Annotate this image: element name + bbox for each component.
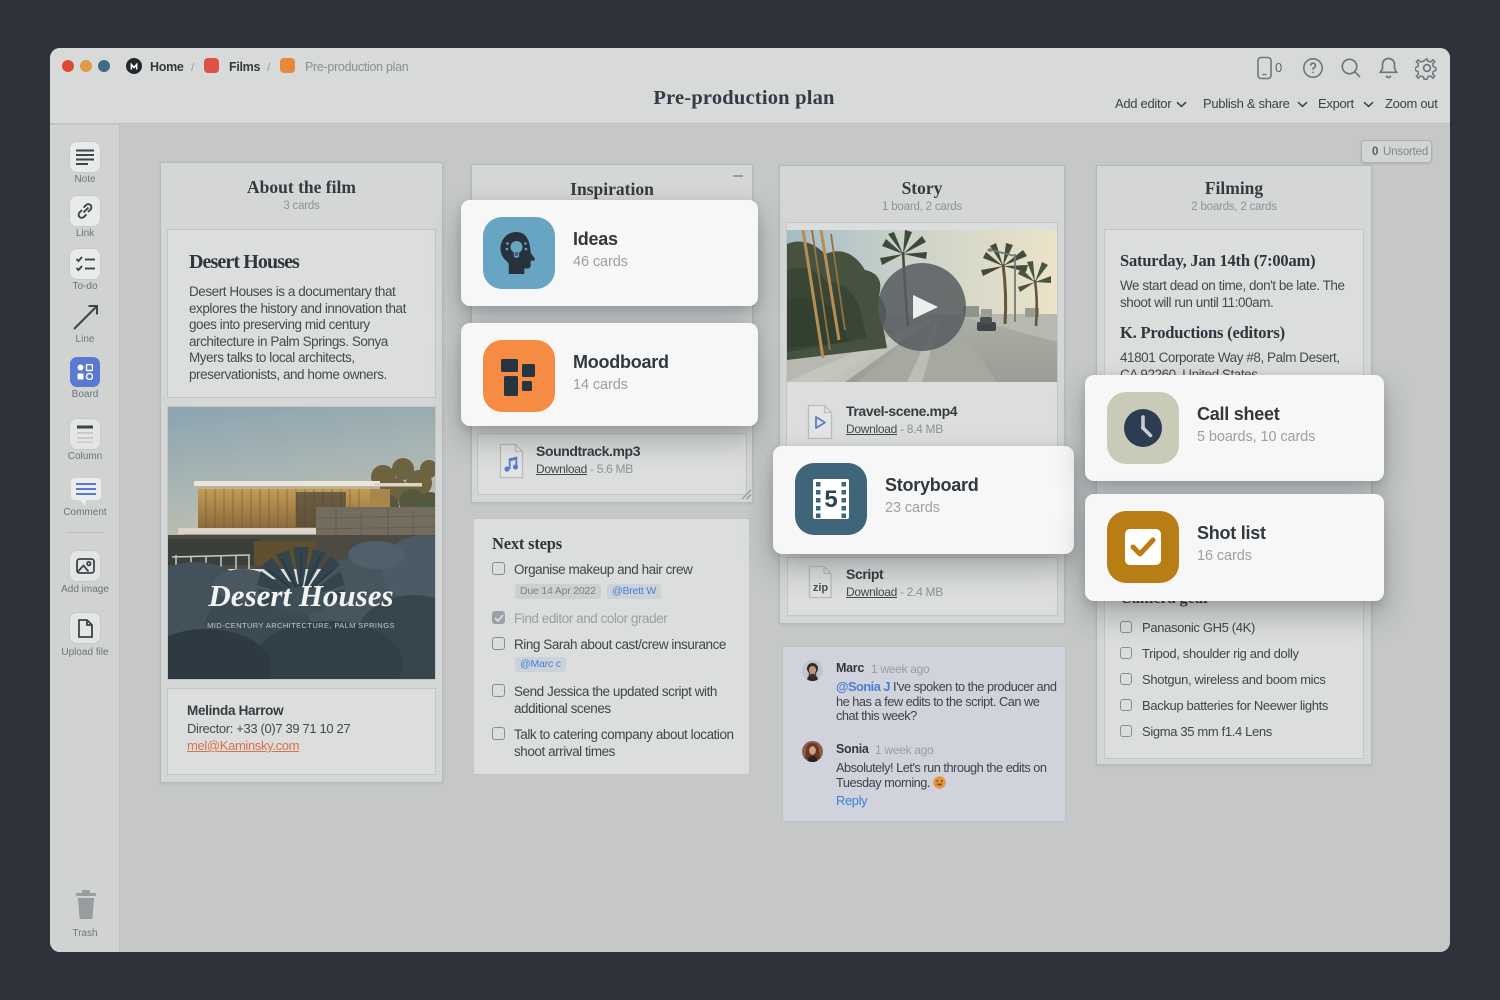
svg-text:MID-CENTURY ARCHITECTURE, PALM: MID-CENTURY ARCHITECTURE, PALM SPRINGS (207, 621, 395, 630)
svg-text:5: 5 (824, 486, 837, 513)
svg-text:Desert Houses: Desert Houses (207, 578, 393, 613)
svg-text:zip: zip (813, 582, 829, 594)
